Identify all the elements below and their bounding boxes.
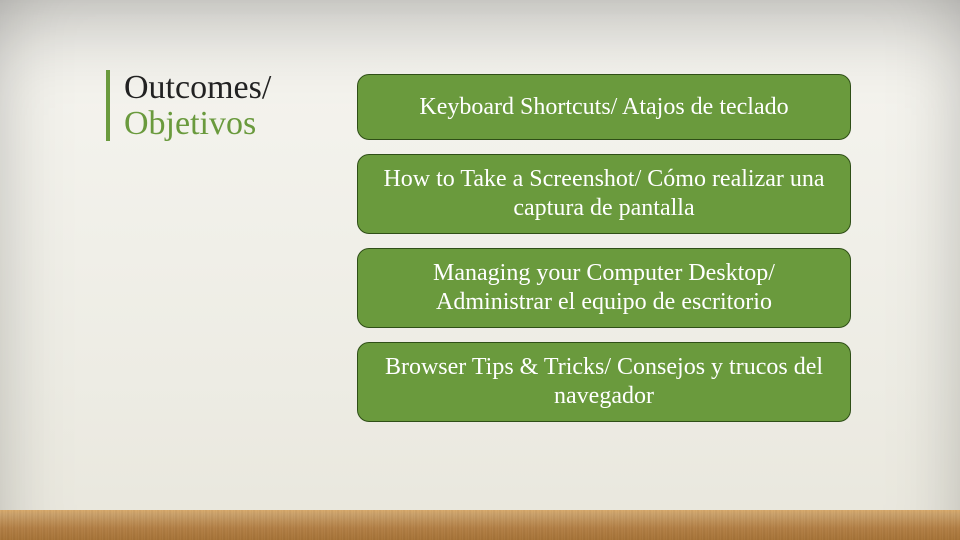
outcome-item: How to Take a Screenshot/ Cómo realizar … bbox=[357, 154, 851, 234]
title-line-2: Objetivos bbox=[124, 106, 271, 142]
outcome-item-label: Keyboard Shortcuts/ Atajos de teclado bbox=[419, 93, 788, 122]
outcome-item: Browser Tips & Tricks/ Consejos y trucos… bbox=[357, 342, 851, 422]
slide: Outcomes/ Objetivos Keyboard Shortcuts/ … bbox=[0, 0, 960, 540]
wood-footer bbox=[0, 510, 960, 540]
outcome-list: Keyboard Shortcuts/ Atajos de teclado Ho… bbox=[357, 74, 851, 422]
outcome-item: Keyboard Shortcuts/ Atajos de teclado bbox=[357, 74, 851, 140]
slide-title-block: Outcomes/ Objetivos bbox=[106, 70, 271, 141]
title-line-1: Outcomes/ bbox=[124, 70, 271, 106]
outcome-item-label: How to Take a Screenshot/ Cómo realizar … bbox=[380, 165, 828, 223]
outcome-item: Managing your Computer Desktop/ Administ… bbox=[357, 248, 851, 328]
outcome-item-label: Browser Tips & Tricks/ Consejos y trucos… bbox=[380, 353, 828, 411]
outcome-item-label: Managing your Computer Desktop/ Administ… bbox=[380, 259, 828, 317]
